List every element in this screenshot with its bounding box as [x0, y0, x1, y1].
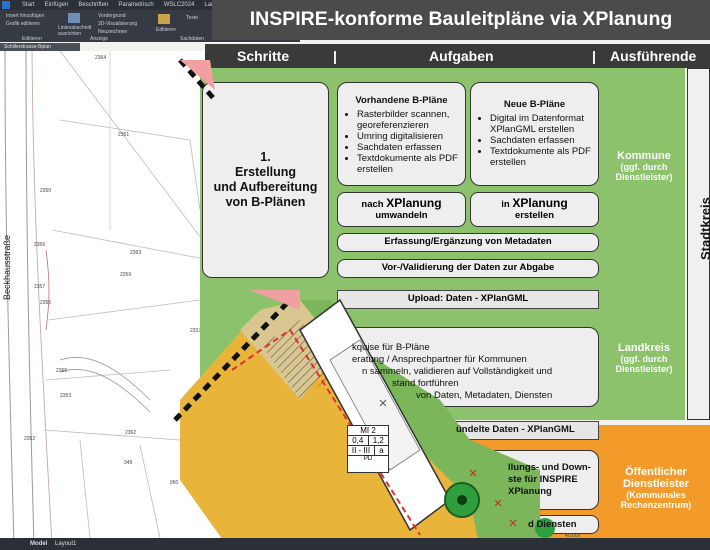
- district-tasks-text: kquise für B-Pläne eratung / Ansprechpar…: [352, 342, 552, 402]
- coordinate-readout: 4/2009: [565, 533, 581, 539]
- district-task: stand fortführen: [392, 378, 459, 389]
- floors-value: II - III: [348, 446, 375, 455]
- provider-services-label: d Diensten: [528, 519, 577, 530]
- roof-value: PD: [363, 456, 373, 462]
- district-task: eratung / Ansprechpartner für Kommunen: [352, 354, 527, 365]
- layout-tab[interactable]: Layout1: [55, 541, 76, 547]
- gfz-value: 1,2: [372, 436, 384, 445]
- provider-task: XPlanung: [508, 486, 552, 497]
- provider-task: llungs- und Down-: [508, 462, 591, 473]
- provider-tasks-text: llungs- und Down- ste für INSPIRE XPlanu…: [508, 462, 591, 498]
- zoning-table: MI 2 0,4 1,2 II - III a PD: [347, 425, 389, 473]
- district-task: kquise für B-Pläne: [352, 342, 430, 353]
- cad-statusbar: Model Layout1 4/2009: [0, 533, 710, 550]
- bundled-data-label: ündelte Daten - XPlanGML: [456, 424, 575, 435]
- district-task: von Daten, Metadaten, Diensten: [416, 390, 553, 401]
- bauweise-value: a: [379, 446, 384, 455]
- zone-type: MI 2: [348, 426, 388, 436]
- model-tab[interactable]: Model: [30, 541, 47, 547]
- provider-task: ste für INSPIRE: [508, 474, 578, 485]
- district-task: n sammeln, validieren auf Vollständigkei…: [362, 366, 553, 377]
- grz-value: 0,4: [348, 436, 369, 445]
